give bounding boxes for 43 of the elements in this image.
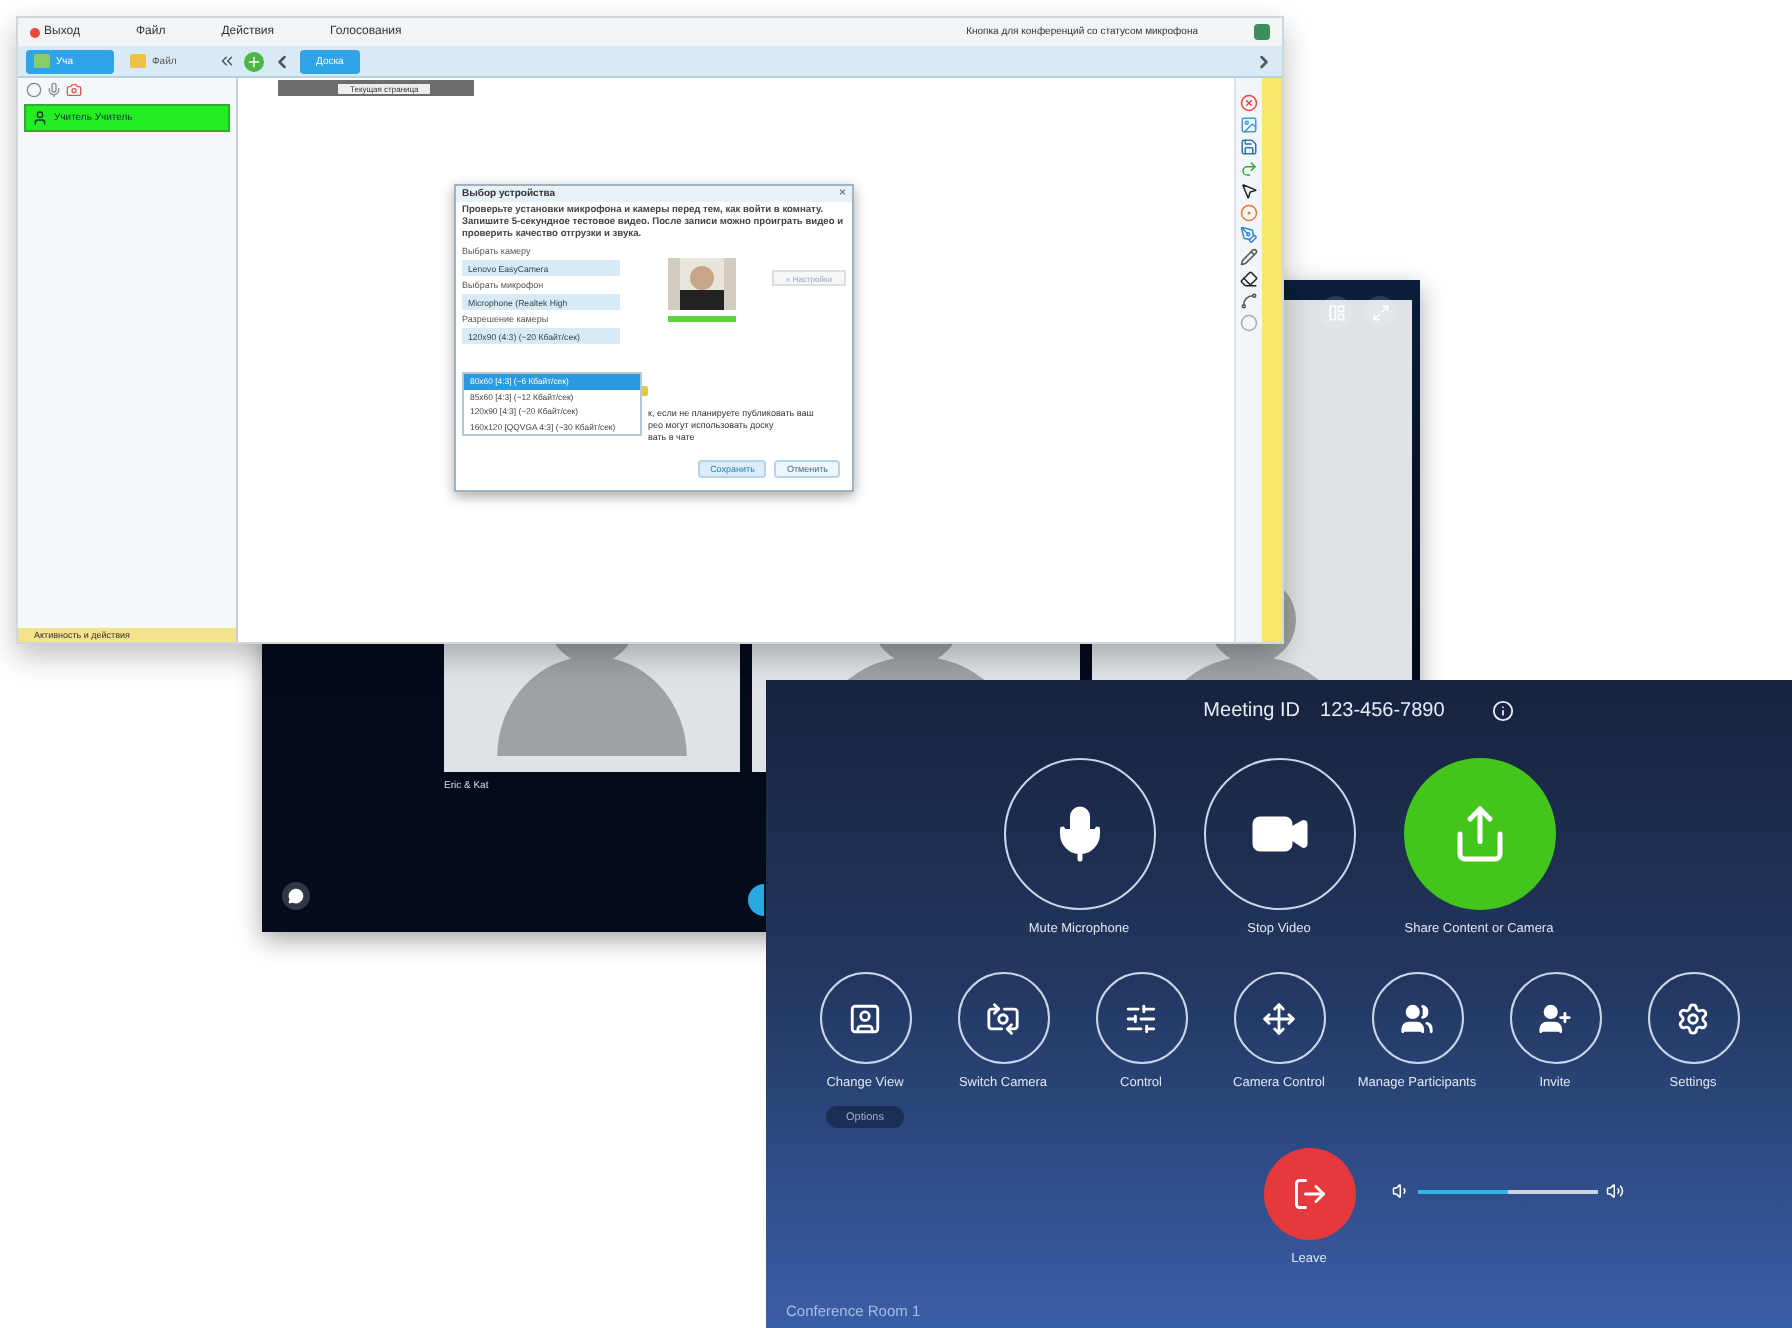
person-icon (32, 110, 48, 126)
video-button[interactable] (1203, 758, 1355, 910)
volume-low-icon (1391, 1182, 1409, 1200)
camera-button[interactable] (1233, 972, 1325, 1064)
exit-icon (1291, 1176, 1327, 1212)
expand-icon[interactable] (1364, 296, 1396, 328)
pencil-icon[interactable] (1240, 248, 1258, 266)
invite-button[interactable] (1509, 972, 1601, 1064)
pen-icon[interactable] (1240, 226, 1258, 244)
control-button[interactable] (1095, 972, 1187, 1064)
status-icon[interactable] (1254, 24, 1270, 40)
participants-button[interactable] (1371, 972, 1463, 1064)
volume-high-icon (1605, 1182, 1623, 1200)
layout-icon[interactable] (1320, 296, 1352, 328)
info-icon[interactable] (1492, 700, 1515, 722)
collapse-icon[interactable] (218, 52, 236, 70)
chevron-left-icon[interactable] (272, 51, 292, 71)
meeting-id-label: Meeting ID (1203, 700, 1301, 722)
curve-icon[interactable] (1240, 292, 1258, 310)
sliders-icon (1124, 1001, 1158, 1035)
close-circle-icon[interactable] (1240, 94, 1258, 112)
four-arrows-icon (1262, 1001, 1296, 1035)
mic-button[interactable] (1003, 758, 1155, 910)
chat-icon[interactable] (282, 882, 310, 910)
leave-button[interactable] (1263, 1148, 1355, 1240)
circle-icon[interactable] (26, 82, 42, 98)
call-button[interactable] (748, 884, 764, 916)
camera-icon[interactable] (66, 82, 82, 98)
settings-icon (1676, 1001, 1710, 1035)
image-icon[interactable] (1240, 116, 1258, 134)
people-icon (1400, 1001, 1434, 1035)
switch-button[interactable] (957, 972, 1049, 1064)
portrait-icon (848, 1001, 882, 1035)
chevron-right-icon[interactable] (1254, 51, 1274, 71)
add-person-icon (1538, 1001, 1572, 1035)
view-button[interactable] (819, 972, 911, 1064)
switch-camera-icon (986, 1001, 1020, 1035)
pointer-icon[interactable] (1240, 182, 1258, 200)
settings-button[interactable] (1647, 972, 1739, 1064)
microphone-icon[interactable] (46, 82, 62, 98)
meeting-id: 123-456-7890 (1320, 700, 1445, 722)
save-icon[interactable] (1240, 138, 1258, 156)
eraser-icon[interactable] (1240, 270, 1258, 288)
